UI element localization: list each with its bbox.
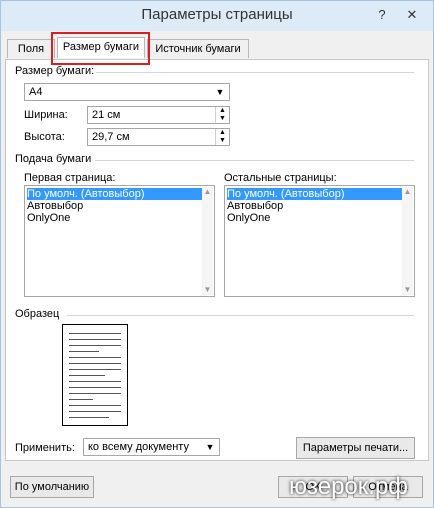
spin-up-icon[interactable]: ▲ — [216, 129, 229, 137]
set-default-button[interactable]: По умолчанию — [10, 476, 94, 498]
preview-line — [69, 357, 121, 358]
scroll-up-icon[interactable]: ▲ — [202, 187, 213, 197]
tab-paper-source[interactable]: Источник бумаги — [147, 39, 249, 58]
paper-feed-section-label: Подача бумаги — [15, 153, 92, 165]
paper-size-divider — [96, 72, 414, 73]
paper-size-section-label: Размер бумаги: — [15, 65, 95, 77]
list-item[interactable]: По умолч. (Автовыбор) — [227, 188, 402, 200]
preview-line — [69, 399, 93, 400]
scroll-down-icon[interactable]: ▼ — [202, 285, 213, 295]
list-item[interactable]: Автовыбор — [27, 200, 83, 212]
apply-label: Применить: — [15, 442, 75, 454]
apply-value: ко всему документу — [88, 441, 189, 453]
chevron-down-icon: ▼ — [205, 442, 215, 452]
first-page-label: Первая страница: — [24, 172, 116, 184]
scroll-down-icon[interactable]: ▼ — [402, 285, 413, 295]
width-label: Ширина: — [24, 109, 68, 121]
height-value: 29,7 см — [92, 131, 130, 143]
width-value: 21 см — [92, 109, 121, 121]
paper-size-select[interactable]: A4 ▼ — [24, 83, 230, 101]
tab-margins[interactable]: Поля — [7, 39, 55, 58]
height-field[interactable]: 29,7 см ▲ ▼ — [87, 128, 230, 146]
print-options-button[interactable]: Параметры печати... — [296, 437, 415, 459]
preview-line — [69, 369, 121, 370]
spin-down-icon[interactable]: ▼ — [216, 115, 229, 123]
width-field[interactable]: 21 см ▲ ▼ — [87, 106, 230, 124]
preview-line — [69, 411, 121, 412]
preview-line — [69, 381, 121, 382]
help-button[interactable]: ? — [371, 4, 393, 26]
other-pages-list[interactable]: По умолч. (Автовыбор) Автовыбор OnlyOne … — [224, 185, 415, 297]
scroll-up-icon[interactable]: ▲ — [402, 187, 413, 197]
preview-text-lines — [69, 331, 121, 419]
height-spinner[interactable]: ▲ ▼ — [215, 129, 229, 145]
preview-line — [69, 405, 121, 406]
preview-line — [69, 351, 99, 352]
spin-down-icon[interactable]: ▼ — [216, 137, 229, 145]
first-page-list[interactable]: По умолч. (Автовыбор) Автовыбор OnlyOne … — [24, 185, 215, 297]
preview-line — [69, 345, 121, 346]
sample-section-label: Образец — [15, 308, 60, 320]
site-watermark: юзерок.рф — [289, 473, 409, 500]
spin-up-icon[interactable]: ▲ — [216, 107, 229, 115]
preview-line — [69, 393, 121, 394]
close-button[interactable]: ✕ — [397, 4, 427, 26]
height-label: Высота: — [24, 131, 65, 143]
page-preview — [62, 324, 128, 426]
list-item[interactable]: OnlyOne — [27, 212, 70, 224]
preview-line — [69, 363, 121, 364]
other-pages-label: Остальные страницы: — [224, 172, 337, 184]
width-spinner[interactable]: ▲ ▼ — [215, 107, 229, 123]
preview-line — [69, 417, 109, 418]
page-setup-dialog: Параметры страницы ? ✕ Поля Размер бумаг… — [0, 0, 434, 508]
dialog-title: Параметры страницы — [141, 6, 293, 23]
preview-line — [69, 375, 105, 376]
chevron-down-icon: ▼ — [215, 87, 225, 97]
apply-select[interactable]: ко всему документу ▼ — [83, 438, 220, 456]
sample-divider — [67, 315, 414, 316]
preview-line — [69, 339, 121, 340]
vertical-scrollbar[interactable]: ▲ ▼ — [202, 187, 213, 295]
list-item[interactable]: Автовыбор — [227, 200, 283, 212]
title-bar: Параметры страницы ? ✕ — [1, 1, 433, 31]
tab-highlight-frame — [51, 32, 150, 65]
list-item[interactable]: OnlyOne — [227, 212, 270, 224]
paper-size-value: A4 — [29, 86, 43, 98]
paper-feed-divider — [95, 160, 414, 161]
preview-line — [69, 387, 121, 388]
preview-line — [69, 333, 121, 334]
list-item[interactable]: По умолч. (Автовыбор) — [27, 188, 202, 200]
vertical-scrollbar[interactable]: ▲ ▼ — [402, 187, 413, 295]
